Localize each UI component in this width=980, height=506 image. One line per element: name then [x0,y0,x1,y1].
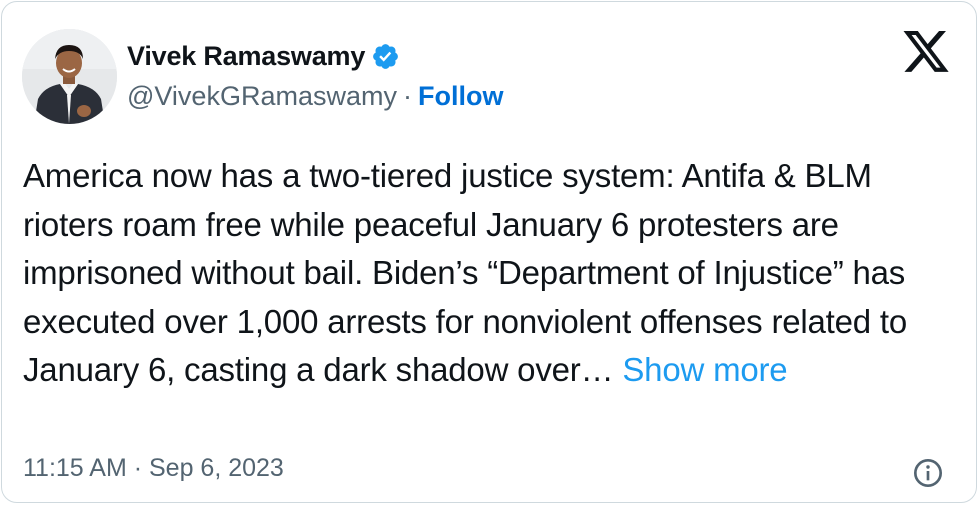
author-name-row: Vivek Ramaswamy [127,38,400,74]
tweet-timestamp[interactable]: 11:15 AM · Sep 6, 2023 [23,454,284,483]
separator-dot: · [402,81,412,111]
follow-button[interactable]: Follow [418,81,503,112]
verified-badge-icon [371,42,400,71]
x-logo-icon[interactable] [900,30,952,76]
avatar[interactable] [22,29,117,124]
tweet-card: Vivek Ramaswamy @VivekGRamaswamy · Follo… [1,1,977,503]
tweet-text: America now has a two-tiered justice sys… [23,152,958,395]
show-more-link[interactable]: Show more [622,351,787,388]
author-handle[interactable]: @VivekGRamaswamy [127,81,397,112]
author-handle-row: @VivekGRamaswamy · Follow [127,81,503,112]
author-display-name[interactable]: Vivek Ramaswamy [127,41,365,72]
info-icon[interactable] [912,457,944,489]
